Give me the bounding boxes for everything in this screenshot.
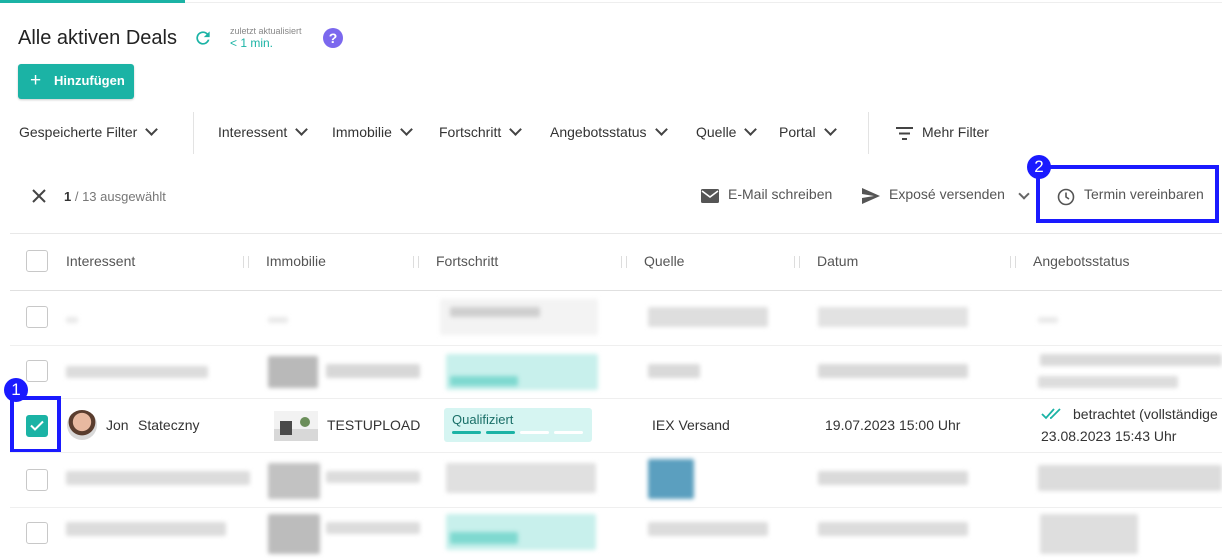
property-thumbnail [274, 411, 318, 441]
refresh-icon[interactable] [193, 28, 213, 48]
filter-label: Gespeicherte Filter [19, 124, 138, 140]
select-all-checkbox[interactable] [26, 250, 48, 272]
progress-indicator: Qualifiziert [444, 408, 592, 442]
more-filters-button[interactable]: Mehr Filter [922, 124, 989, 144]
progress-label: Qualifiziert [452, 412, 514, 427]
filter-interessent[interactable]: Interessent [218, 123, 309, 144]
progress-segment [486, 431, 515, 434]
last-updated-label: zuletzt aktualisiert [230, 26, 302, 36]
column-header-quelle[interactable]: Quelle [644, 253, 684, 269]
active-tab-indicator [0, 0, 185, 3]
selection-count: 1 / 13 ausgewählt [64, 189, 166, 204]
filter-fortschritt[interactable]: Fortschritt [439, 123, 523, 144]
chevron-down-icon [400, 123, 413, 136]
chevron-down-icon [295, 123, 309, 136]
date-value: 19.07.2023 15:00 Uhr [825, 417, 961, 433]
filter-label: Portal [779, 124, 816, 140]
filter-saved[interactable]: Gespeicherte Filter [19, 123, 159, 144]
row-checkbox[interactable] [26, 306, 48, 328]
source-value: IEX Versand [652, 417, 730, 433]
double-check-icon [1041, 408, 1061, 420]
top-divider [185, 2, 1222, 3]
column-header-immobilie[interactable]: Immobilie [266, 253, 326, 269]
filter-divider [868, 112, 869, 154]
column-header-angebotsstatus[interactable]: Angebotsstatus [1033, 253, 1130, 269]
table-top-divider [10, 233, 1222, 234]
interessent-last-name[interactable]: Stateczny [138, 417, 199, 433]
filter-lines-icon[interactable] [896, 127, 913, 140]
add-deal-button-label: Hinzufügen [54, 73, 125, 88]
column-header-fortschritt[interactable]: Fortschritt [436, 253, 498, 269]
column-resize-handle[interactable] [1010, 256, 1016, 268]
row-checkbox[interactable] [26, 360, 48, 382]
progress-segment [452, 431, 481, 434]
table-row[interactable] [0, 346, 1222, 398]
interessent-first-name[interactable]: Jon [106, 417, 129, 433]
column-resize-handle[interactable] [413, 256, 419, 268]
page-title: Alle aktiven Deals [18, 27, 177, 49]
chevron-down-icon [654, 123, 668, 136]
mail-icon [701, 189, 719, 203]
offer-status: betrachtet (vollständige [1073, 406, 1218, 422]
filter-divider [193, 112, 194, 154]
add-deal-button[interactable]: + Hinzufügen [18, 64, 134, 99]
row-checkbox[interactable] [26, 522, 48, 544]
last-updated-value: < 1 min. [230, 36, 274, 50]
annotation-highlight-1 [10, 396, 61, 453]
chevron-down-icon [145, 123, 159, 136]
annotation-badge-1: 1 [4, 378, 28, 402]
annotation-highlight-2 [1036, 165, 1219, 223]
property-name[interactable]: TESTUPLOAD [327, 417, 420, 433]
table-row[interactable] [0, 453, 1222, 507]
column-header-interessent[interactable]: Interessent [66, 253, 135, 269]
column-resize-handle[interactable] [243, 256, 249, 268]
help-icon[interactable]: ? [323, 28, 343, 48]
filter-label: Immobilie [332, 124, 392, 140]
offer-status-date: 23.08.2023 15:43 Uhr [1041, 428, 1177, 444]
write-email-button[interactable]: E-Mail schreiben [728, 186, 832, 202]
row-checkbox[interactable] [26, 469, 48, 491]
close-icon[interactable] [28, 185, 50, 207]
progress-segment [520, 431, 549, 434]
filter-label: Fortschritt [439, 124, 502, 140]
table-row[interactable] [0, 508, 1222, 560]
send-expose-button[interactable]: Exposé versenden [889, 186, 1005, 202]
chevron-down-icon[interactable] [1018, 188, 1030, 200]
filter-immobilie[interactable]: Immobilie [332, 123, 413, 144]
send-icon [862, 188, 880, 204]
filter-angebotsstatus[interactable]: Angebotsstatus [550, 123, 668, 144]
avatar [67, 410, 97, 440]
chevron-down-icon [744, 123, 758, 136]
filter-portal[interactable]: Portal [779, 123, 837, 144]
chevron-down-icon [823, 123, 837, 136]
chevron-down-icon [509, 123, 523, 136]
filter-label: Quelle [696, 124, 737, 140]
filter-label: Angebotsstatus [550, 124, 647, 140]
filter-label: Interessent [218, 124, 288, 140]
plus-icon: + [30, 70, 42, 91]
filter-quelle[interactable]: Quelle [696, 123, 758, 144]
table-row[interactable] [0, 291, 1222, 345]
annotation-badge-2: 2 [1027, 155, 1051, 179]
column-resize-handle[interactable] [794, 256, 800, 268]
progress-segment [554, 431, 583, 434]
column-resize-handle[interactable] [621, 256, 627, 268]
column-header-datum[interactable]: Datum [817, 253, 858, 269]
